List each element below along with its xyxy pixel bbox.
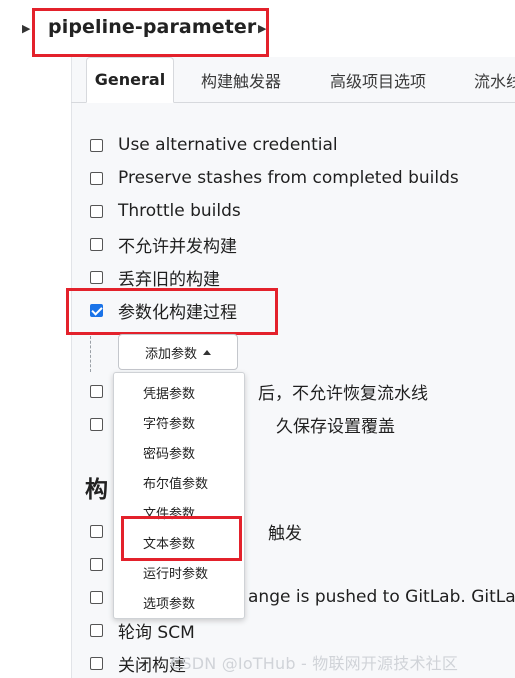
menu-item-credentials-parameter[interactable]: 凭据参数	[143, 383, 195, 402]
breadcrumb-chevron-right-icon[interactable]: ▶	[22, 22, 30, 35]
checkbox[interactable]	[90, 623, 103, 637]
breadcrumb-job-title[interactable]: pipeline-parameter	[48, 16, 256, 38]
checkbox[interactable]	[90, 656, 103, 670]
option-label: 不允许并发构建	[118, 236, 237, 257]
build-triggers-heading: 构	[85, 477, 108, 503]
tab-pipeline[interactable]: 流水线	[474, 68, 515, 92]
checkbox[interactable]	[90, 384, 103, 398]
option-discard-old-builds[interactable]: 丢弃旧的构建	[90, 266, 220, 290]
option-throttle-builds[interactable]: Throttle builds	[90, 200, 241, 222]
menu-item-text-parameter[interactable]: 文本参数	[143, 533, 195, 552]
option-label: Use alternative credential	[118, 135, 338, 155]
jenkins-config-page: ▶ pipeline-parameter ▶ General 构建触发器 高级项…	[0, 0, 515, 678]
trigger-option-poll-scm[interactable]: 轮询 SCM	[90, 619, 195, 643]
parameter-section-guide	[90, 336, 91, 372]
option-label: ange is pushed to GitLab. GitLab w	[248, 587, 515, 607]
tab-general[interactable]: General	[86, 57, 174, 103]
tab-advanced-project-options[interactable]: 高级项目选项	[330, 68, 426, 92]
option-label: 参数化构建过程	[118, 302, 237, 323]
checkbox[interactable]	[90, 417, 103, 431]
option-disallow-concurrent-builds[interactable]: 不允许并发构建	[90, 233, 237, 257]
add-parameter-button[interactable]: 添加参数	[118, 334, 238, 370]
menu-item-choice-parameter[interactable]: 选项参数	[143, 593, 195, 612]
watermark: CSDN @IoTHub - 物联网开源技术社区	[170, 654, 459, 673]
option-use-alternative-credential[interactable]: Use alternative credential	[90, 134, 338, 156]
menu-item-run-parameter[interactable]: 运行时参数	[143, 563, 208, 582]
tab-build-triggers[interactable]: 构建触发器	[201, 68, 281, 92]
checkbox[interactable]	[90, 270, 103, 284]
add-parameter-label: 添加参数	[144, 346, 197, 362]
option-parameterized-build[interactable]: 参数化构建过程	[90, 299, 237, 323]
add-parameter-dropdown: 凭据参数 字符参数 密码参数 布尔值参数 文件参数 文本参数 运行时参数 选项参…	[113, 372, 245, 619]
checkbox[interactable]	[90, 590, 103, 604]
option-label: Preserve stashes from completed builds	[118, 168, 459, 188]
option-label: 轮询 SCM	[118, 622, 195, 643]
option-label: 后，不允许恢复流水线	[258, 383, 428, 404]
checkbox[interactable]	[90, 237, 103, 251]
option-label: Throttle builds	[118, 201, 241, 221]
checkbox[interactable]	[90, 557, 103, 571]
menu-item-string-parameter[interactable]: 字符参数	[143, 413, 195, 432]
menu-item-password-parameter[interactable]: 密码参数	[143, 443, 195, 462]
checkbox[interactable]	[90, 204, 103, 218]
option-label: 丢弃旧的构建	[118, 269, 220, 290]
option-label: 触发	[268, 523, 302, 544]
checkbox[interactable]	[90, 138, 103, 152]
checkbox-checked[interactable]	[90, 303, 103, 317]
checkbox[interactable]	[90, 524, 103, 538]
menu-item-file-parameter[interactable]: 文件参数	[143, 503, 195, 522]
breadcrumb-menu-chevron-icon[interactable]: ▶	[258, 22, 266, 35]
option-label: 久保存设置覆盖	[276, 416, 395, 437]
checkbox[interactable]	[90, 171, 103, 185]
menu-item-boolean-parameter[interactable]: 布尔值参数	[143, 473, 208, 492]
option-preserve-stashes[interactable]: Preserve stashes from completed builds	[90, 167, 459, 189]
caret-up-icon	[203, 349, 211, 355]
